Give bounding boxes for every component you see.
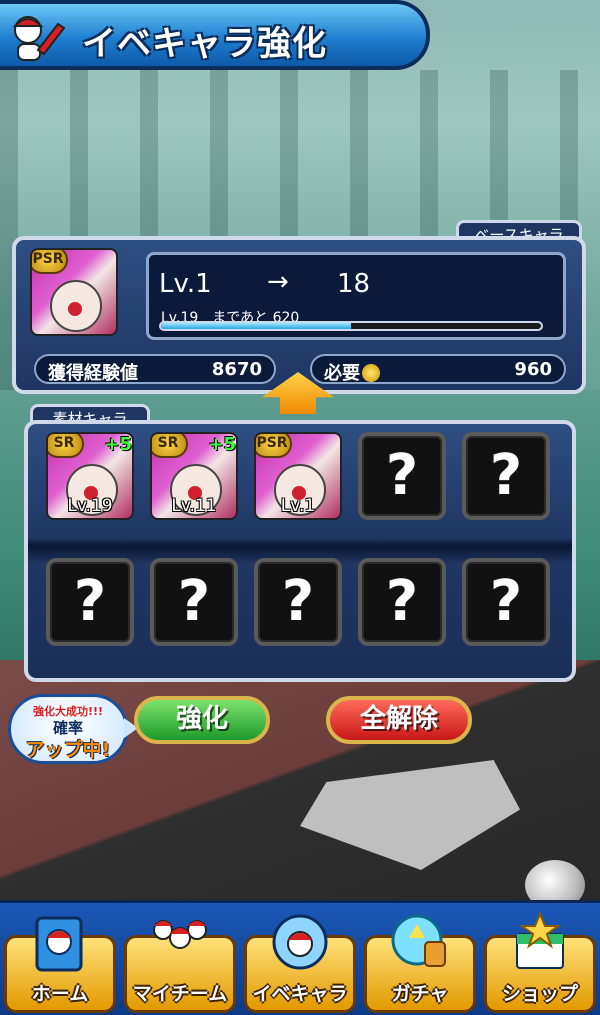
player-swing-icon (12, 16, 66, 61)
empty-slot[interactable]: ? (462, 432, 550, 520)
gacha-capsule-icon (391, 914, 446, 967)
bottom-nav: ホーム マイチーム イベキャラ ガチャ ショップ (0, 900, 600, 1015)
level-box: Lv.1 → 18 Lv.19 まであと 620 (146, 252, 566, 340)
card-level: Lv.11 (171, 496, 217, 516)
material-card-2[interactable]: SR +5 Lv.11 (150, 432, 238, 520)
question-mark-icon: ? (385, 569, 419, 634)
empty-slot[interactable]: ? (46, 558, 134, 646)
nav-event-chara[interactable]: イベキャラ (244, 914, 356, 1013)
rarity-badge: PSR (32, 250, 68, 274)
team-players-icon (153, 920, 207, 949)
clear-all-button[interactable]: 全解除 (326, 696, 472, 744)
nav-label: イベキャラ (252, 983, 348, 1005)
promo-bubble: 強化大成功!!! 確率 アップ中! (8, 694, 128, 764)
exp-progress-fill (161, 323, 351, 329)
rarity-badge: PSR (256, 434, 292, 458)
nav-label: ガチャ (391, 983, 449, 1005)
question-mark-icon: ? (385, 443, 419, 508)
empty-slot[interactable]: ? (150, 558, 238, 646)
empty-slot[interactable]: ? (358, 432, 446, 520)
rarity-badge: SR (48, 434, 84, 458)
card-level: Lv.19 (67, 496, 113, 516)
question-mark-icon: ? (281, 569, 315, 634)
shop-star-icon (516, 912, 564, 969)
cost-label: 必要 (324, 363, 360, 384)
question-mark-icon: ? (177, 569, 211, 634)
question-mark-icon: ? (489, 569, 523, 634)
base-chara-card[interactable]: PSR (30, 248, 118, 336)
material-card-1[interactable]: SR +5 Lv.19 (46, 432, 134, 520)
nav-shop[interactable]: ショップ (484, 912, 596, 1013)
nav-label: ホーム (31, 983, 89, 1005)
nav-label: マイチーム (132, 983, 228, 1005)
cost-value: 960 (514, 359, 552, 380)
question-mark-icon: ? (73, 569, 107, 634)
event-chara-icon (272, 914, 328, 970)
question-mark-icon: ? (489, 443, 523, 508)
level-from: Lv.1 (159, 269, 212, 299)
home-book-icon (35, 916, 83, 972)
level-to: 18 (337, 269, 371, 299)
nav-home[interactable]: ホーム (4, 916, 116, 1013)
level-arrow: → (267, 267, 289, 297)
empty-slot[interactable]: ? (462, 558, 550, 646)
empty-slot[interactable]: ? (254, 558, 342, 646)
exp-gained-label: 獲得経験値 (48, 363, 138, 384)
exp-gained-value: 8670 (211, 359, 262, 380)
header-bar: イベキャラ強化 (0, 0, 430, 70)
nav-my-team[interactable]: マイチーム (124, 920, 236, 1013)
plus-badge: +5 (104, 434, 132, 455)
empty-slot[interactable]: ? (358, 558, 446, 646)
promo-line-3: アップ中! (25, 739, 111, 761)
exp-progress-bar (159, 321, 543, 331)
chara-nose (68, 302, 82, 316)
coin-icon (362, 364, 380, 382)
nav-label: ショップ (501, 983, 578, 1005)
card-level: Lv.1 (280, 496, 316, 516)
exp-gained-box: 獲得経験値 8670 (34, 354, 276, 384)
rarity-badge: SR (152, 434, 188, 458)
page-title: イベキャラ強化 (82, 24, 327, 64)
cost-box: 必要 960 (310, 354, 566, 384)
material-card-3[interactable]: PSR Lv.1 (254, 432, 342, 520)
plus-badge: +5 (208, 434, 236, 455)
nav-gacha[interactable]: ガチャ (364, 914, 476, 1013)
enhance-button[interactable]: 強化 (134, 696, 270, 744)
